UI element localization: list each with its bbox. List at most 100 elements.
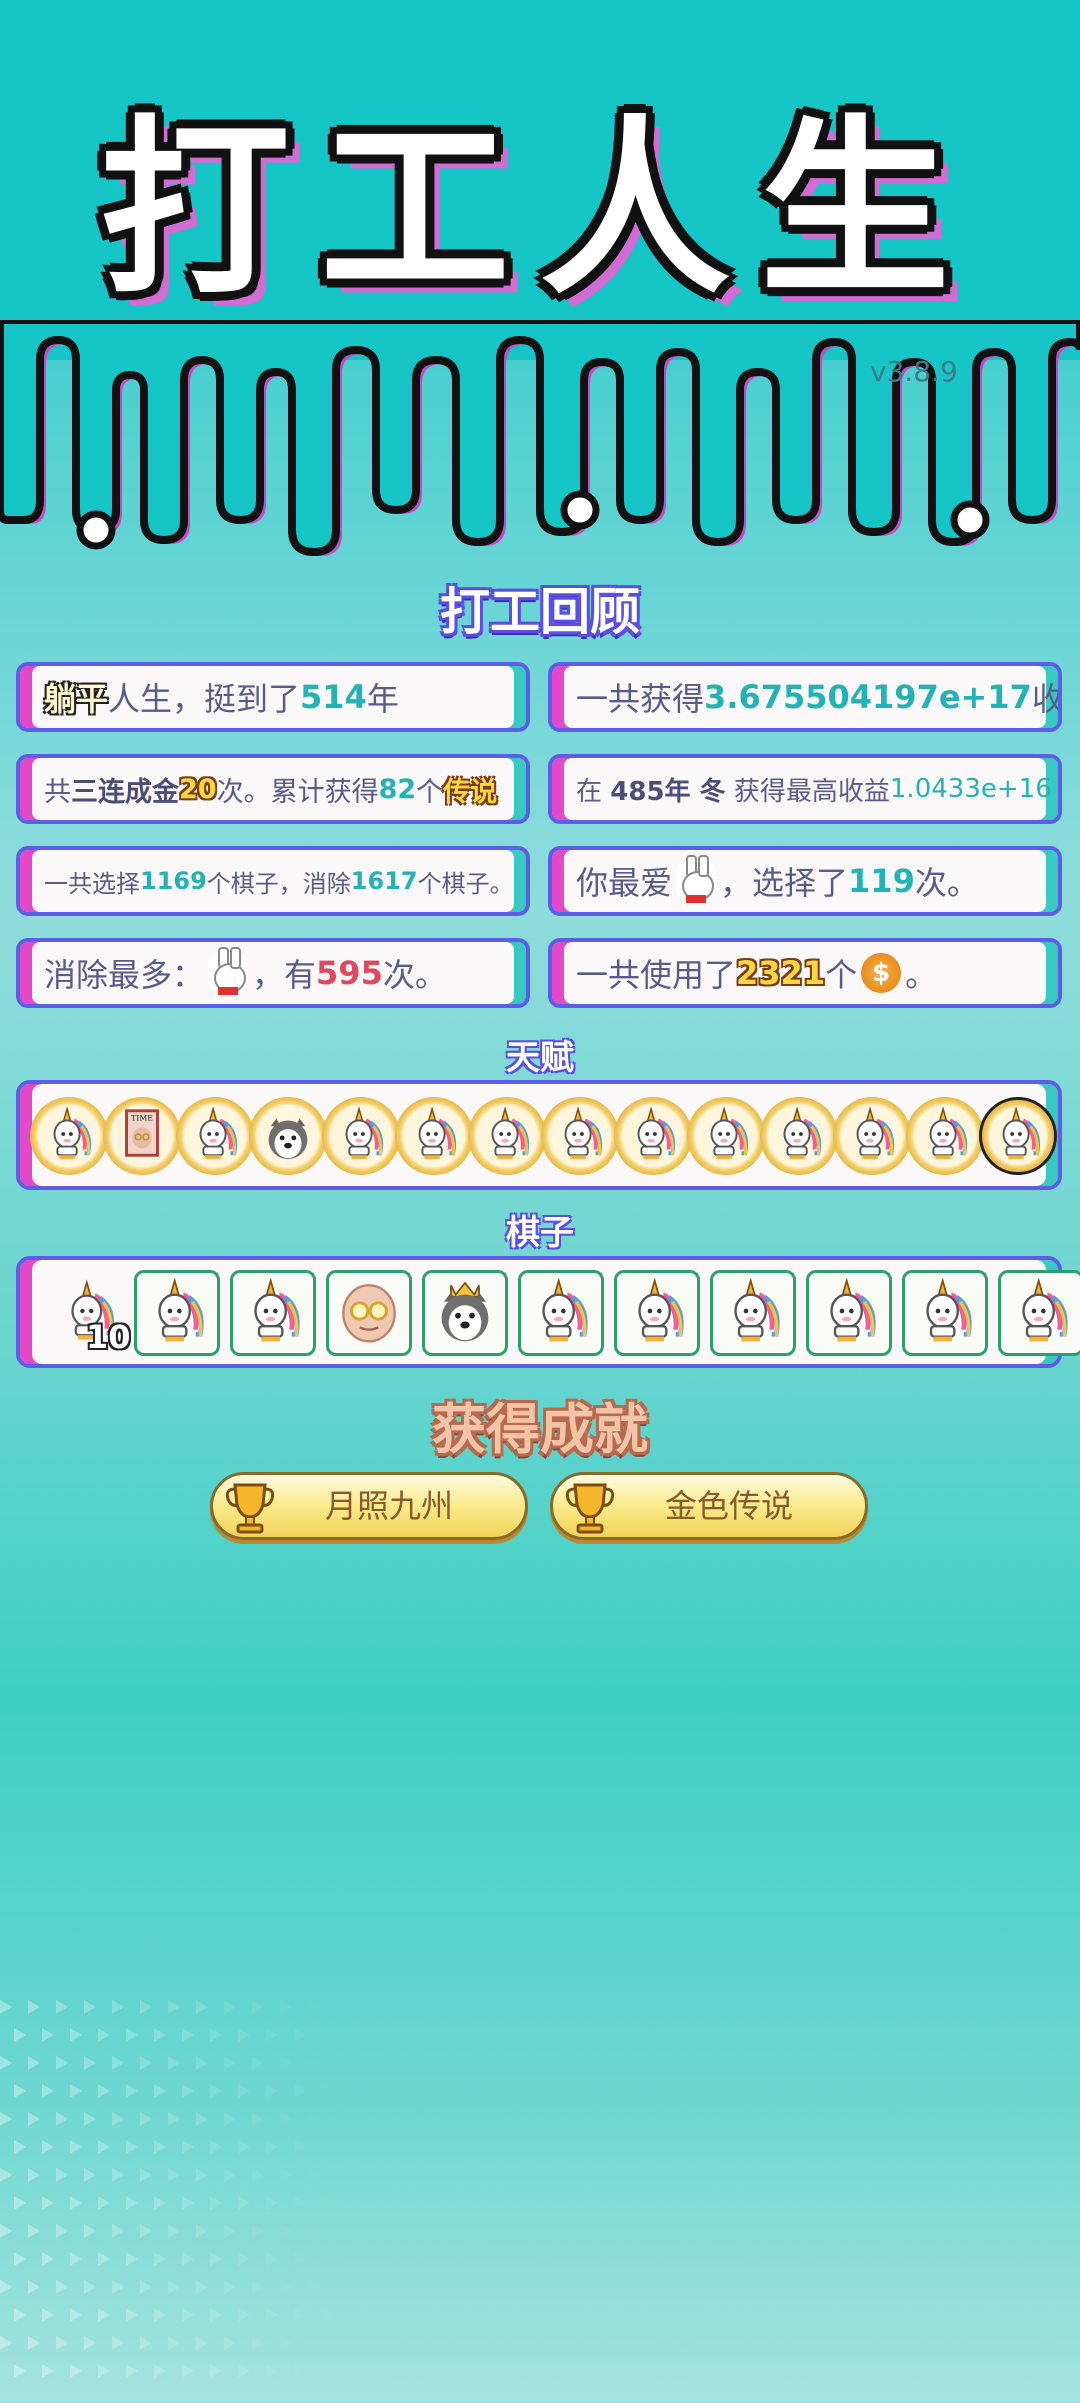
- unicorn-piece[interactable]: [614, 1270, 700, 1356]
- card-text: 个: [416, 776, 444, 808]
- talent-heading: 天赋: [506, 1038, 574, 1078]
- stat-card-most-removed: 消除最多： ，有 595 次。: [16, 938, 530, 1008]
- unicorn-icon: [622, 1276, 692, 1350]
- old-man-piece[interactable]: [326, 1270, 412, 1356]
- unicorn-piece[interactable]: [710, 1270, 796, 1356]
- achievement-badge[interactable]: 金色传说: [550, 1472, 868, 1540]
- card-text: 消除最多：: [44, 956, 205, 994]
- unicorn-icon: [238, 1276, 308, 1350]
- remove-count: 1617: [350, 867, 418, 895]
- unicorn-icon: [624, 1105, 682, 1167]
- card-text: 收益: [1031, 680, 1062, 718]
- card-text: 个: [825, 956, 858, 994]
- time-magazine-talent-icon[interactable]: TIME: [103, 1097, 181, 1175]
- unicorn-icon: [40, 1105, 98, 1167]
- unicorn-piece[interactable]: [806, 1270, 892, 1356]
- card-text: 年: [366, 680, 399, 718]
- status-badge: 躺平: [44, 680, 109, 718]
- card-text: 一共使用了: [576, 956, 737, 994]
- card-text: 个棋子。: [417, 869, 514, 898]
- game-title: 打工人生: [99, 99, 980, 320]
- stat-card-pieces: 一共选择 1169 个棋子，消除 1617 个棋子。: [16, 846, 530, 916]
- piece-panel: 10: [16, 1256, 1080, 1368]
- achievement-badge[interactable]: 月照九州: [210, 1472, 528, 1540]
- card-text: 你最爱: [576, 864, 673, 902]
- achievement-label: 月照九州: [324, 1487, 453, 1525]
- unicorn-talent-icon[interactable]: [979, 1097, 1057, 1175]
- unicorn-icon: [814, 1276, 884, 1350]
- legend-label: 传说: [443, 776, 498, 808]
- card-text: 。: [905, 956, 938, 994]
- card-text: 一共获得: [576, 680, 705, 718]
- favorite-count: 119: [848, 862, 915, 900]
- legend-count: 82: [378, 773, 417, 805]
- unicorn-icon: [697, 1105, 755, 1167]
- unicorn-icon: [1006, 1276, 1076, 1350]
- stat-card-coins: 一共使用了 2321 个 $ 。: [548, 938, 1062, 1008]
- review-heading: 打工回顾: [440, 583, 640, 641]
- husky-icon: [259, 1105, 317, 1167]
- card-text: 在: [576, 776, 603, 807]
- unicorn-talent-icon[interactable]: [614, 1097, 692, 1175]
- triangle-pattern-decoration: [0, 2000, 306, 2378]
- best-year: 485年 冬: [610, 776, 726, 807]
- unicorn-talent-icon[interactable]: [395, 1097, 473, 1175]
- unicorn-talent-icon[interactable]: [687, 1097, 765, 1175]
- unicorn-icon: [405, 1105, 463, 1167]
- unicorn-talent-icon[interactable]: [833, 1097, 911, 1175]
- husky-talent-icon[interactable]: [249, 1097, 327, 1175]
- unicorn-icon: [718, 1276, 788, 1350]
- unicorn-piece[interactable]: [902, 1270, 988, 1356]
- coin-icon: $: [861, 953, 902, 993]
- unicorn-talent-icon[interactable]: [176, 1097, 254, 1175]
- unicorn-piece-stack[interactable]: 10: [46, 1270, 132, 1356]
- unicorn-icon: [526, 1276, 596, 1350]
- piece-heading: 棋子: [506, 1213, 574, 1253]
- husky-king-icon: [430, 1276, 500, 1350]
- time-magazine-icon: TIME: [113, 1105, 171, 1167]
- unicorn-talent-icon[interactable]: [30, 1097, 108, 1175]
- income-value: 3.675504197e+17: [704, 678, 1032, 716]
- unicorn-icon: [770, 1105, 828, 1167]
- achievement-heading: 获得成就: [432, 1398, 648, 1461]
- stat-card-best-income: 在 485年 冬 获得最高收益 1.0433e+16: [548, 754, 1062, 824]
- unicorn-piece[interactable]: [230, 1270, 316, 1356]
- unicorn-piece[interactable]: [134, 1270, 220, 1356]
- card-text: 次。累计获得: [216, 776, 379, 808]
- unicorn-piece[interactable]: [998, 1270, 1080, 1356]
- card-text: 人生，挺到了: [108, 680, 301, 718]
- trophy-icon: [225, 1483, 275, 1534]
- stat-card-combo: 共 三连成金 20 次。累计获得 82 个 传说: [16, 754, 530, 824]
- removed-count: 595: [316, 954, 383, 992]
- unicorn-talent-icon[interactable]: [322, 1097, 400, 1175]
- version-label: v3.8.9: [870, 355, 958, 388]
- unicorn-piece[interactable]: [518, 1270, 604, 1356]
- svg-text:TIME: TIME: [131, 1113, 153, 1122]
- unicorn-icon: [478, 1105, 536, 1167]
- unicorn-talent-icon[interactable]: [906, 1097, 984, 1175]
- unicorn-icon: [910, 1276, 980, 1350]
- unicorn-icon: [916, 1105, 974, 1167]
- unicorn-talent-icon[interactable]: [468, 1097, 546, 1175]
- coin-count: 2321: [736, 954, 826, 992]
- card-text: ，选择了: [720, 864, 849, 902]
- card-text: 次。: [382, 956, 447, 994]
- best-income-value: 1.0433e+16: [889, 774, 1052, 804]
- unicorn-talent-icon[interactable]: [760, 1097, 838, 1175]
- trophy-icon: [565, 1483, 615, 1534]
- unicorn-icon: [186, 1105, 244, 1167]
- card-text: 获得最高收益: [733, 776, 890, 807]
- unicorn-talent-icon[interactable]: [541, 1097, 619, 1175]
- choose-count: 1169: [140, 867, 207, 895]
- card-text: 一共选择: [44, 869, 140, 898]
- rabbit-icon: [208, 947, 249, 995]
- husky-king-piece[interactable]: [422, 1270, 508, 1356]
- unicorn-icon: [332, 1105, 390, 1167]
- piece-count: 10: [86, 1318, 131, 1356]
- old-man-icon: [334, 1276, 404, 1350]
- talent-panel: TIME: [16, 1080, 1062, 1190]
- stat-card-favorite: 你最爱 ，选择了 119 次。: [548, 846, 1062, 916]
- rabbit-icon: [676, 855, 717, 903]
- stat-card-years: 躺平 人生，挺到了 514 年: [16, 662, 530, 732]
- unicorn-icon: [551, 1105, 609, 1167]
